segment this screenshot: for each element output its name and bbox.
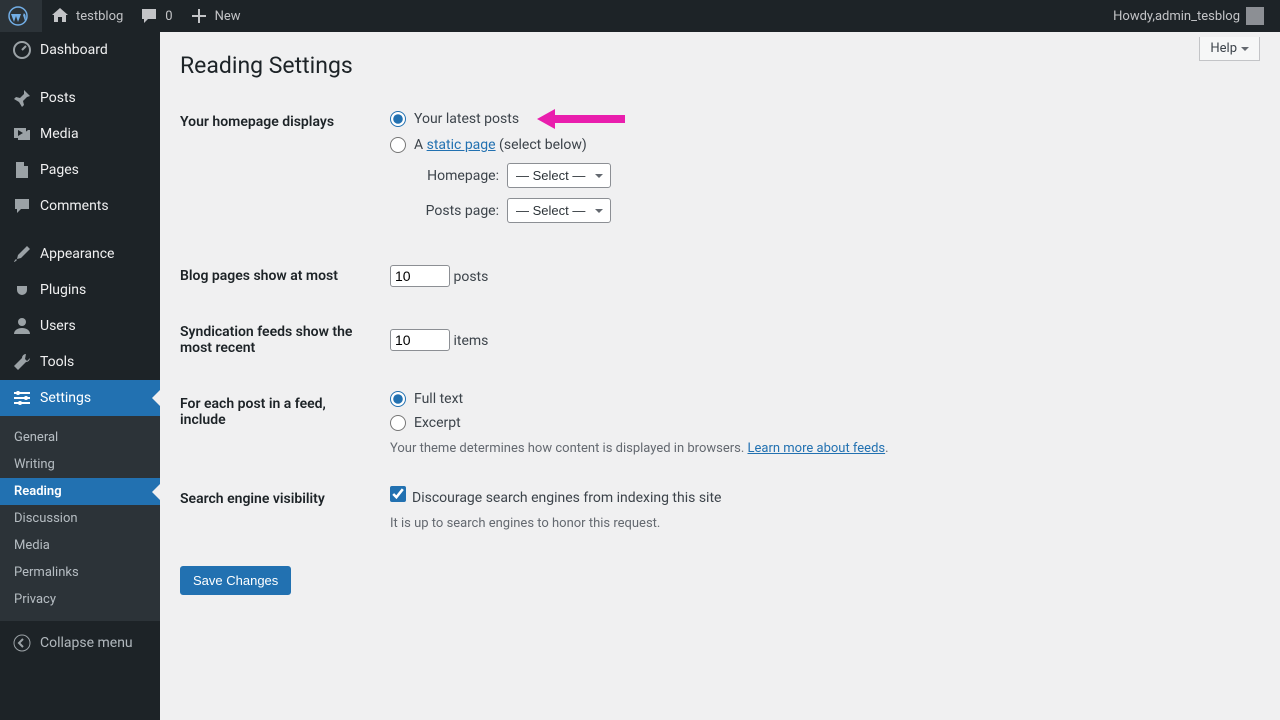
- homepage-select-label: Homepage:: [414, 168, 499, 184]
- visibility-label: Search engine visibility: [180, 471, 380, 546]
- submenu-discussion[interactable]: Discussion: [0, 505, 160, 532]
- sidebar-item-media[interactable]: Media: [0, 116, 160, 152]
- submenu-writing[interactable]: Writing: [0, 451, 160, 478]
- comments-count: 0: [165, 9, 172, 24]
- site-home-link[interactable]: testblog: [42, 0, 131, 32]
- radio-static-page[interactable]: [390, 137, 406, 153]
- brush-icon: [12, 244, 32, 264]
- pin-icon: [12, 88, 32, 108]
- static-page-label[interactable]: A static page (select below): [414, 137, 587, 153]
- submenu-privacy[interactable]: Privacy: [0, 586, 160, 613]
- collapse-icon: [12, 633, 32, 653]
- media-icon: [12, 124, 32, 144]
- plus-icon: [189, 6, 209, 26]
- comments-link[interactable]: 0: [131, 0, 180, 32]
- page-title: Reading Settings: [180, 32, 1260, 94]
- latest-posts-label[interactable]: Your latest posts: [414, 111, 519, 127]
- full-text-label[interactable]: Full text: [414, 391, 463, 407]
- user-icon: [12, 316, 32, 336]
- comment-icon: [139, 6, 159, 26]
- avatar-icon: [1246, 7, 1264, 25]
- new-label: New: [215, 9, 241, 24]
- sidebar-item-users[interactable]: Users: [0, 308, 160, 344]
- user-name: admin_tesblog: [1155, 9, 1240, 24]
- submenu-media[interactable]: Media: [0, 532, 160, 559]
- submenu-general[interactable]: General: [0, 424, 160, 451]
- wrench-icon: [12, 352, 32, 372]
- sidebar-item-posts[interactable]: Posts: [0, 80, 160, 116]
- collapse-menu-button[interactable]: Collapse menu: [0, 625, 160, 661]
- learn-feeds-link[interactable]: Learn more about feeds: [748, 441, 886, 456]
- syndication-suffix: items: [453, 333, 488, 349]
- excerpt-label[interactable]: Excerpt: [414, 415, 461, 431]
- site-name: testblog: [76, 9, 123, 24]
- dashboard-icon: [12, 40, 32, 60]
- blog-pages-input[interactable]: [390, 265, 450, 287]
- page-icon: [12, 160, 32, 180]
- blog-pages-suffix: posts: [453, 269, 488, 285]
- home-icon: [50, 6, 70, 26]
- radio-excerpt[interactable]: [390, 415, 406, 431]
- settings-icon: [12, 388, 32, 408]
- visibility-checkbox[interactable]: [390, 486, 406, 502]
- help-tab[interactable]: Help: [1199, 37, 1260, 61]
- syndication-input[interactable]: [390, 329, 450, 351]
- comments-icon: [12, 196, 32, 216]
- wp-logo[interactable]: [0, 0, 42, 32]
- arrow-annotation: [537, 109, 625, 129]
- new-content-link[interactable]: New: [181, 0, 249, 32]
- submenu-permalinks[interactable]: Permalinks: [0, 559, 160, 586]
- visibility-checkbox-row[interactable]: Discourage search engines from indexing …: [390, 490, 721, 506]
- howdy-prefix: Howdy,: [1113, 9, 1155, 24]
- sidebar-item-comments[interactable]: Comments: [0, 188, 160, 224]
- radio-latest-posts[interactable]: [390, 111, 406, 127]
- blog-pages-label: Blog pages show at most: [180, 248, 380, 304]
- my-account-link[interactable]: Howdy, admin_tesblog: [1105, 0, 1272, 32]
- syndication-label: Syndication feeds show the most recent: [180, 304, 380, 376]
- feed-include-label: For each post in a feed, include: [180, 376, 380, 471]
- submenu-reading[interactable]: Reading: [0, 478, 160, 505]
- plug-icon: [12, 280, 32, 300]
- save-button[interactable]: Save Changes: [180, 566, 291, 595]
- static-page-link[interactable]: static page: [427, 137, 496, 153]
- radio-full-text[interactable]: [390, 391, 406, 407]
- caret-down-icon: [1241, 47, 1249, 55]
- homepage-displays-label: Your homepage displays: [180, 94, 380, 248]
- sidebar-item-appearance[interactable]: Appearance: [0, 236, 160, 272]
- sidebar-item-settings[interactable]: Settings: [0, 380, 160, 416]
- homepage-select[interactable]: — Select —: [507, 163, 611, 188]
- feed-description: Your theme determines how content is dis…: [390, 441, 1250, 456]
- posts-page-select-label: Posts page:: [414, 203, 499, 219]
- posts-page-select[interactable]: — Select —: [507, 198, 611, 223]
- wordpress-icon: [8, 6, 28, 26]
- sidebar-item-pages[interactable]: Pages: [0, 152, 160, 188]
- sidebar-item-plugins[interactable]: Plugins: [0, 272, 160, 308]
- sidebar-item-dashboard[interactable]: Dashboard: [0, 32, 160, 68]
- visibility-description: It is up to search engines to honor this…: [390, 516, 1250, 531]
- sidebar-item-tools[interactable]: Tools: [0, 344, 160, 380]
